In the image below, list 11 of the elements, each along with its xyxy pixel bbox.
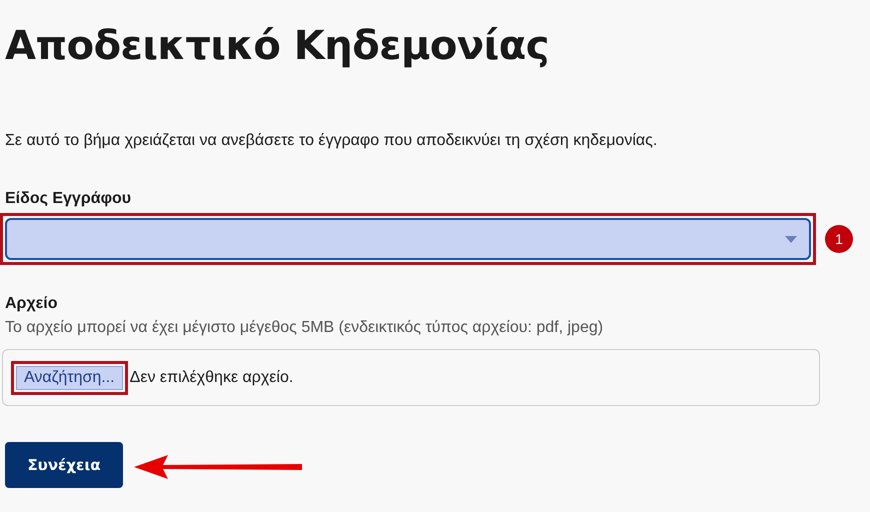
dropdown-caret-icon xyxy=(785,236,797,242)
field-label: Αρχείο xyxy=(5,295,58,313)
step-badge: 1 xyxy=(825,225,853,253)
file-input[interactable]: Αναζήτηση... Δεν επιλέχθηκε αρχείο. xyxy=(2,349,820,406)
browse-button[interactable]: Αναζήτηση... xyxy=(16,366,123,390)
file-status-text: Δεν επιλέχθηκε αρχείο. xyxy=(130,368,294,386)
page-title: Αποδεικτικό Κηδεμονίας xyxy=(5,22,550,71)
intro-text: Σε αυτό το βήμα χρειάζεται να ανεβάσετε το έγγραφο που αποδεικνύει τη σχέση κηδεμονίας. xyxy=(5,132,658,150)
continue-button[interactable]: Συνέχεια xyxy=(5,442,123,488)
hint-text: Το αρχείο μπορεί να έχει μέγιστο μέγεθος 5MB (ενδεικτικός τύπος αρχείου: pdf, jpeg) xyxy=(5,319,604,337)
field-label: Είδος Εγγράφου xyxy=(5,190,132,208)
